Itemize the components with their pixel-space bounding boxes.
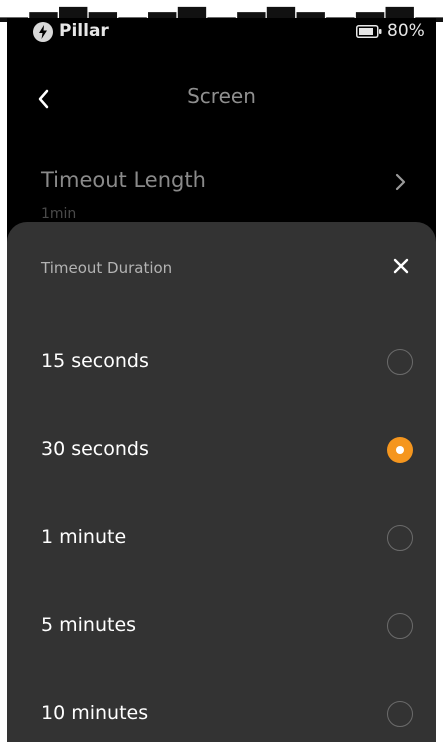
sheet-title: Timeout Duration [41,259,173,277]
option-label: 30 seconds [41,438,149,460]
carrier-name: Pillar [59,21,109,41]
radio-button[interactable] [387,437,413,463]
option-label: 5 minutes [41,614,137,636]
option-5-minutes[interactable]: 5 minutes [7,598,436,658]
screenshot-frame: ▁▂▃▂▁▂▃▁▂▃▂▁▂▃▁▂▃▂▁▂▃▁▂▃▂▁▂▃▁ Pillar 80%… [0,0,443,742]
option-label: 10 minutes [41,702,149,724]
page-title: Screen [187,84,256,108]
option-1-minute[interactable]: 1 minute [7,510,436,570]
radio-button[interactable] [387,349,413,375]
chevron-right-icon [395,173,406,191]
radio-button[interactable] [387,613,413,639]
close-icon[interactable] [392,257,410,275]
option-30-seconds[interactable]: 30 seconds [7,422,436,482]
phone-screen: Pillar 80% Screen Timeout Length 1min Ti… [7,18,436,742]
timeout-duration-sheet: Timeout Duration 15 seconds 30 seconds 1… [7,222,436,742]
setting-row-title: Timeout Length [41,168,206,192]
option-15-seconds[interactable]: 15 seconds [7,334,436,394]
option-label: 1 minute [41,526,127,548]
battery-icon [356,25,382,38]
radio-button[interactable] [387,525,413,551]
bolt-icon [33,22,53,42]
option-10-minutes[interactable]: 10 minutes [7,686,436,742]
setting-row-value: 1min [41,206,77,222]
option-label: 15 seconds [41,350,149,372]
battery-percentage: 80% [387,21,425,41]
status-bar: Pillar 80% [7,18,436,48]
radio-button[interactable] [387,701,413,727]
